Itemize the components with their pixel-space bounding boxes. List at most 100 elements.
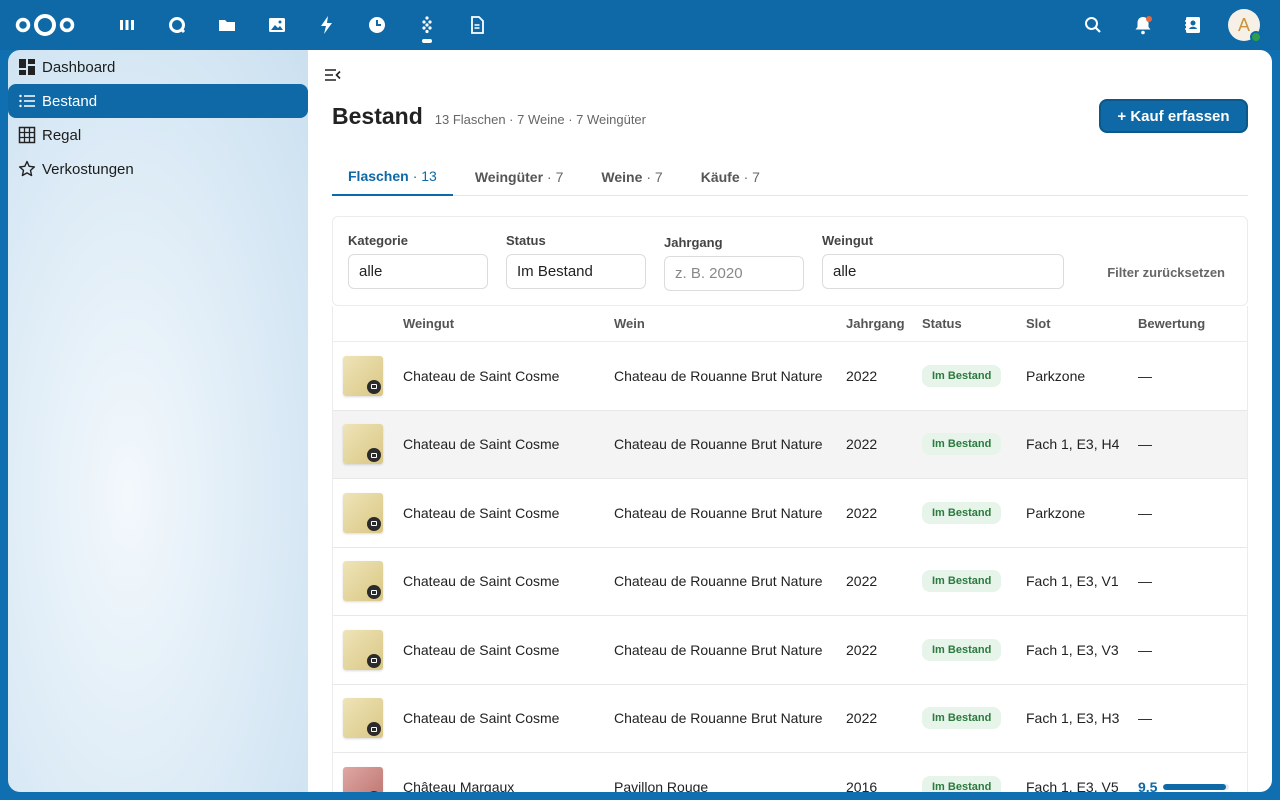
kategorie-select[interactable]: alle — [348, 254, 488, 289]
clock-app-icon[interactable] — [362, 10, 392, 40]
search-icon[interactable] — [1078, 8, 1108, 42]
column-header-slot[interactable]: Slot — [1026, 316, 1138, 331]
bottle-thumbnail[interactable] — [343, 355, 383, 396]
camera-icon[interactable] — [367, 516, 381, 531]
app-menu — [112, 10, 512, 43]
column-header-status[interactable]: Status — [922, 316, 1026, 331]
status-badge: Im Bestand — [922, 775, 1002, 792]
grid-table-icon — [18, 126, 36, 144]
rating-value: — — [1138, 710, 1152, 727]
cell-slot: Fach 1, E3, V5 — [1026, 778, 1119, 792]
bottle-thumbnail[interactable] — [343, 424, 383, 465]
filter-panel: Kategorie alle Status Im Bestand Jahrgan… — [332, 216, 1248, 306]
camera-icon[interactable] — [367, 790, 381, 792]
contacts-icon[interactable] — [1178, 8, 1208, 42]
cell-slot: Parkzone — [1026, 367, 1086, 384]
status-select[interactable]: Im Bestand — [506, 254, 646, 289]
files-app-icon[interactable] — [212, 10, 242, 40]
cell-jahrgang: 2016 — [846, 778, 878, 792]
bottle-thumbnail[interactable] — [343, 629, 383, 670]
page-title: Bestand — [332, 102, 423, 129]
column-header-bewertung[interactable]: Bewertung — [1138, 316, 1243, 331]
add-purchase-button[interactable]: + Kauf erfassen — [1099, 99, 1248, 133]
tab-kaeufe[interactable]: Käufe · 7 — [685, 158, 776, 196]
rating-value: — — [1138, 367, 1152, 384]
photos-app-icon[interactable] — [262, 10, 292, 40]
cell-slot: Fach 1, E3, V1 — [1026, 573, 1119, 590]
notes-app-icon[interactable] — [462, 10, 492, 40]
search-app-icon[interactable] — [162, 10, 192, 40]
rating-value: 9.5 — [1138, 778, 1158, 792]
camera-icon[interactable] — [367, 653, 381, 668]
sidebar-item-regal[interactable]: Regal — [8, 118, 308, 152]
cell-jahrgang: 2022 — [846, 573, 878, 590]
cell-weingut: Chateau de Saint Cosme — [403, 367, 560, 384]
tab-weingueter[interactable]: Weingüter · 7 — [459, 158, 580, 196]
column-header-jahrgang[interactable]: Jahrgang — [846, 316, 922, 331]
bottle-thumbnail[interactable] — [343, 561, 383, 602]
status-online-icon — [1250, 31, 1262, 43]
camera-icon[interactable] — [367, 379, 381, 394]
cell-wein: Chateau de Rouanne Brut Nature — [614, 436, 823, 453]
sidebar-item-dashboard[interactable]: Dashboard — [8, 50, 308, 84]
app-frame: Dashboard Bestand Regal Verkostungen Bes… — [8, 50, 1272, 792]
bottle-thumbnail[interactable] — [343, 766, 383, 792]
nextcloud-logo[interactable] — [14, 12, 76, 38]
cell-slot: Parkzone — [1026, 504, 1086, 521]
main-content: Bestand 13 Flaschen · 7 Weine · 7 Weingü… — [308, 50, 1272, 792]
sidebar-item-verkostungen[interactable]: Verkostungen — [8, 152, 308, 186]
user-avatar[interactable]: A — [1228, 9, 1262, 43]
sidebar-item-label: Dashboard — [42, 58, 116, 76]
table-row[interactable]: Chateau de Saint Cosme Chateau de Rouanne… — [333, 616, 1247, 685]
tab-weine[interactable]: Weine · 7 — [585, 158, 678, 196]
bottle-thumbnail[interactable] — [343, 698, 383, 739]
list-icon — [19, 94, 35, 108]
notifications-bell-icon[interactable] — [1128, 8, 1158, 42]
status-badge: Im Bestand — [922, 501, 1002, 524]
filter-label: Weingut — [822, 233, 874, 248]
tab-label: Käufe — [700, 169, 740, 185]
status-badge: Im Bestand — [922, 364, 1002, 387]
camera-icon[interactable] — [367, 722, 381, 737]
cell-wein: Chateau de Rouanne Brut Nature — [614, 573, 823, 590]
rating: 9.5 — [1138, 779, 1243, 792]
rating-value: — — [1138, 641, 1152, 658]
reset-filters-button[interactable]: Filter zurücksetzen — [1107, 265, 1225, 280]
camera-icon[interactable] — [367, 585, 381, 600]
table-row[interactable]: Chateau de Saint Cosme Chateau de Rouanne… — [333, 685, 1247, 753]
table-row[interactable]: Chateau de Saint Cosme Chateau de Rouanne… — [333, 342, 1247, 411]
weingut-select[interactable]: alle — [822, 254, 1064, 289]
tab-flaschen[interactable]: Flaschen · 13 — [332, 158, 453, 196]
cell-wein: Chateau de Rouanne Brut Nature — [614, 641, 823, 658]
table-row[interactable]: Chateau de Saint Cosme Chateau de Rouanne… — [333, 548, 1247, 616]
bottles-table: Weingut Wein Jahrgang Status Slot Bewert… — [332, 306, 1248, 792]
filter-label: Jahrgang — [664, 235, 723, 250]
table-row[interactable]: Chateau de Saint Cosme Chateau de Rouanne… — [333, 410, 1247, 479]
toggle-navigation-icon[interactable] — [324, 66, 342, 84]
cell-jahrgang: 2022 — [846, 504, 878, 521]
cell-jahrgang: 2022 — [846, 641, 878, 658]
wine-app-icon[interactable] — [412, 10, 442, 43]
cell-wein: Chateau de Rouanne Brut Nature — [614, 710, 823, 727]
bottle-thumbnail[interactable] — [343, 492, 383, 533]
tab-label: Weine — [601, 169, 643, 185]
tab-count: · 7 — [547, 169, 564, 185]
status-badge: Im Bestand — [922, 638, 1002, 661]
cell-weingut: Chateau de Saint Cosme — [403, 573, 560, 590]
dashboard-app-icon[interactable] — [112, 10, 142, 40]
table-row[interactable]: Chateau de Saint Cosme Chateau de Rouanne… — [333, 479, 1247, 548]
cell-jahrgang: 2022 — [846, 436, 878, 453]
tab-label: Weingüter — [474, 169, 544, 185]
column-header-weingut[interactable]: Weingut — [403, 316, 614, 331]
activity-app-icon[interactable] — [312, 10, 342, 40]
rating-value: — — [1138, 573, 1152, 590]
cell-weingut: Chateau de Saint Cosme — [403, 504, 560, 521]
jahrgang-input[interactable]: z. B. 2020 — [664, 256, 804, 291]
table-row[interactable]: Château Margaux Pavillon Rouge 2016 Im Best… — [333, 753, 1247, 792]
column-header-wein[interactable]: Wein — [614, 316, 846, 331]
sidebar-item-bestand[interactable]: Bestand — [8, 84, 308, 118]
filter-kategorie: Kategorie alle — [348, 233, 488, 289]
star-icon — [18, 160, 36, 177]
cell-slot: Fach 1, E3, V3 — [1026, 641, 1119, 658]
camera-icon[interactable] — [367, 448, 381, 463]
